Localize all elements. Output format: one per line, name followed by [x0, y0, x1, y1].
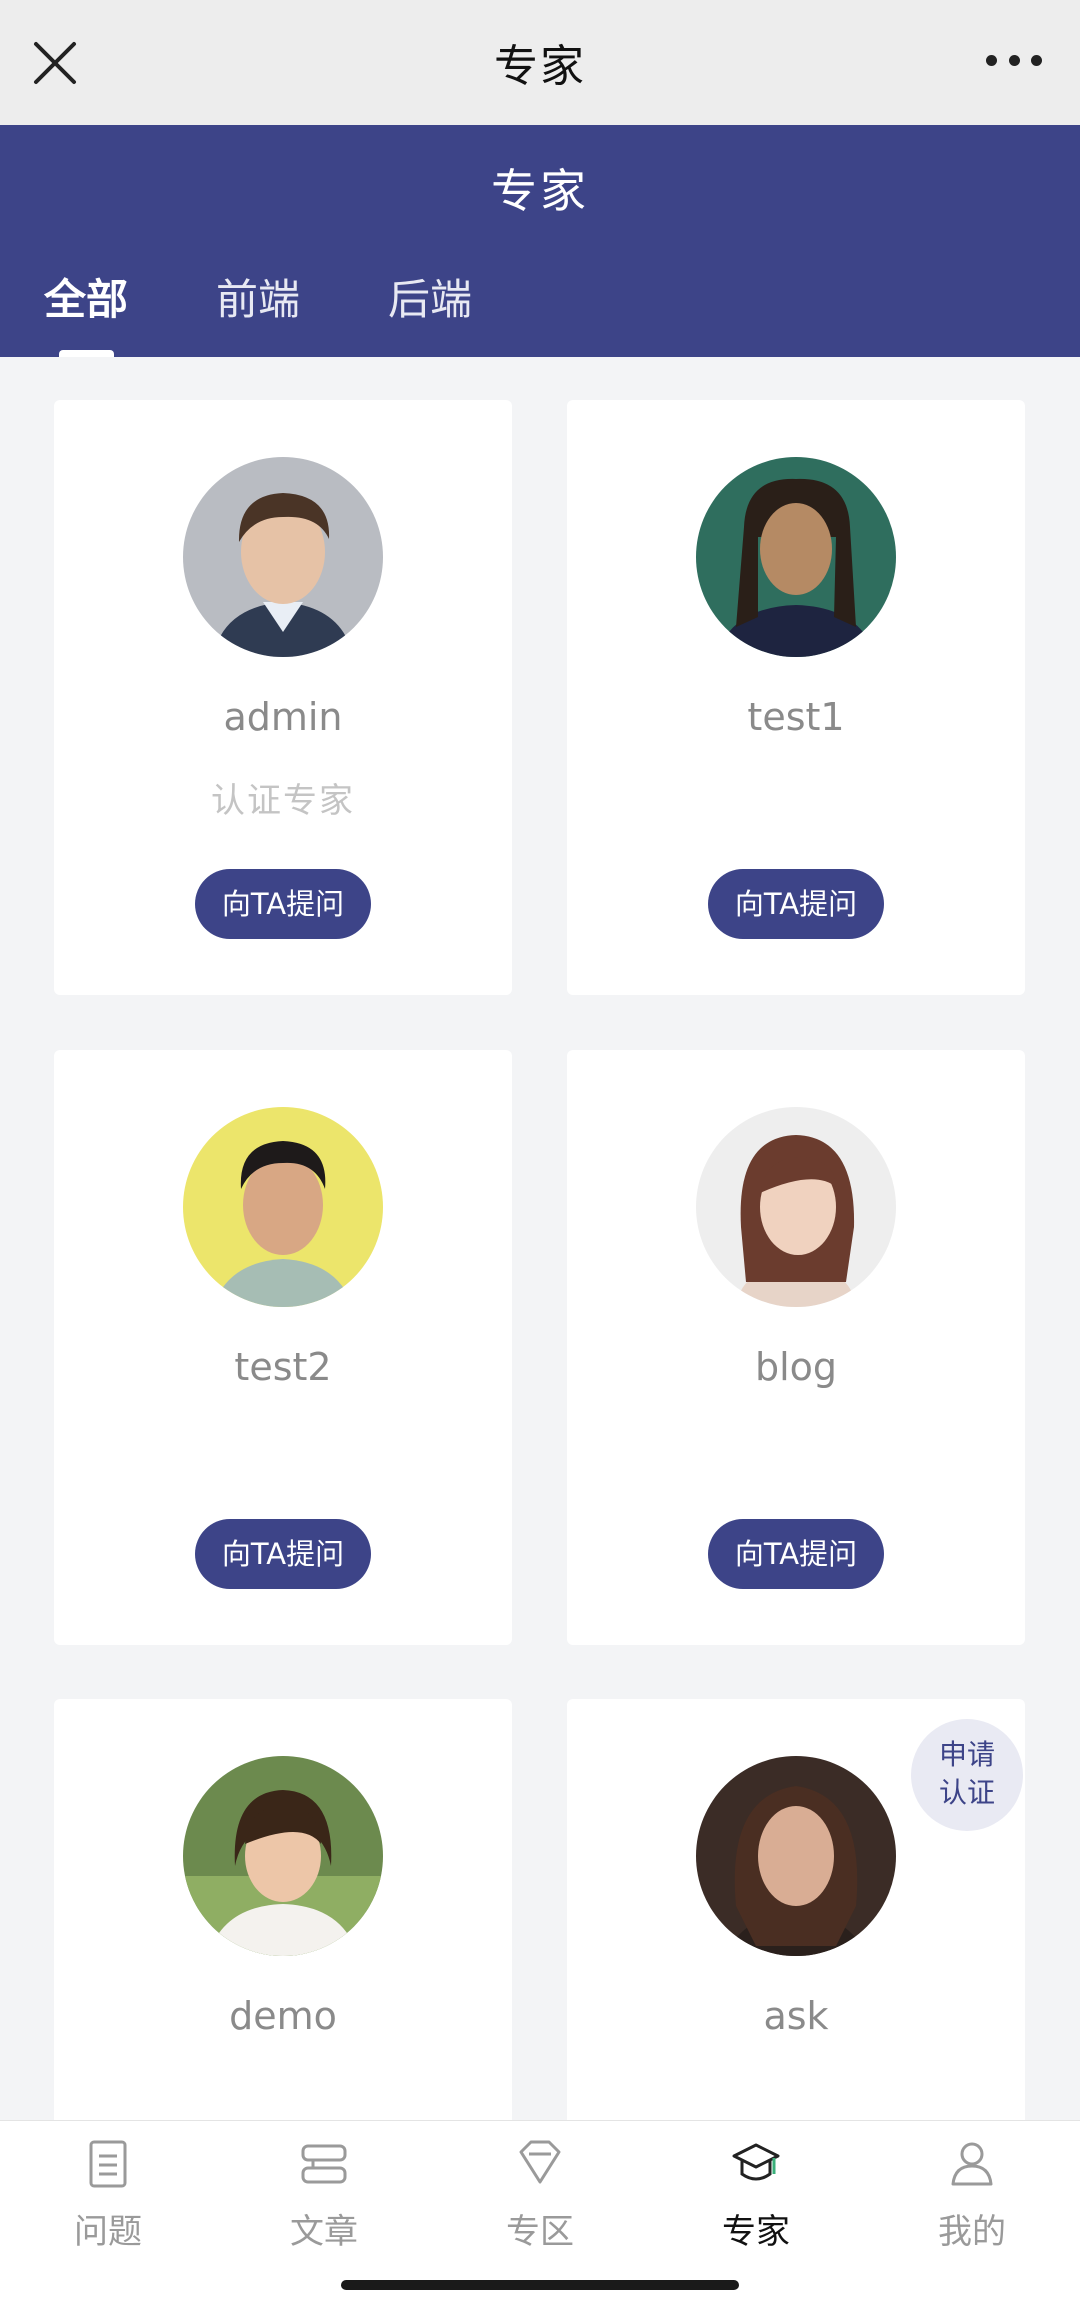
nav-label: 问题	[74, 2212, 142, 2252]
expert-card[interactable]: admin 认证专家 向TA提问	[54, 400, 512, 995]
avatar[interactable]	[696, 1107, 896, 1307]
expert-card[interactable]: test2 向TA提问	[54, 1050, 512, 1645]
nav-item-zone[interactable]: 专区	[432, 2121, 648, 2266]
tab-label: 前端	[216, 275, 301, 324]
nav-item-articles[interactable]: 文章	[216, 2121, 432, 2266]
system-bottom-area	[0, 2265, 1080, 2305]
apply-label-line1: 申请	[938, 1738, 995, 1771]
nav-label: 专家	[722, 2212, 790, 2252]
expert-name: ask	[763, 1994, 829, 2038]
diamond-icon	[519, 2140, 561, 2184]
nav-item-mine[interactable]: 我的	[864, 2121, 1080, 2266]
expert-name: admin	[223, 695, 343, 739]
expert-name: test2	[234, 1345, 332, 1389]
expert-name: demo	[229, 1994, 337, 2038]
nav-label: 我的	[938, 2212, 1006, 2252]
user-icon	[951, 2142, 993, 2186]
home-indicator[interactable]	[341, 2280, 739, 2290]
ask-button[interactable]: 向TA提问	[195, 1519, 371, 1589]
avatar[interactable]	[183, 457, 383, 657]
tab-active-indicator	[59, 350, 114, 357]
avatar[interactable]	[696, 457, 896, 657]
expert-card[interactable]: blog 向TA提问	[567, 1050, 1025, 1645]
apply-label-line2: 认证	[938, 1776, 995, 1809]
ask-button[interactable]: 向TA提问	[708, 869, 884, 939]
window-title: 专家	[494, 41, 586, 92]
nav-label: 文章	[290, 2212, 358, 2252]
tab-label: 后端	[388, 275, 473, 324]
ask-button[interactable]: 向TA提问	[195, 869, 371, 939]
nav-item-questions[interactable]: 问题	[0, 2121, 216, 2266]
ask-button[interactable]: 向TA提问	[708, 1519, 884, 1589]
certified-label: 认证专家	[211, 781, 355, 821]
page-title: 专家	[491, 164, 589, 218]
wechat-top-bar: 专家	[0, 0, 1080, 125]
app-header: 专家 全部 前端 后端	[0, 125, 1080, 357]
nav-item-experts[interactable]: 专家	[648, 2121, 864, 2266]
more-icon[interactable]	[986, 50, 1042, 70]
tab-label: 全部	[44, 275, 129, 324]
expert-name: test1	[747, 695, 845, 739]
bottom-nav: 问题 文章 专区 专家 我的	[0, 2120, 1080, 2265]
tab-all[interactable]: 全部	[44, 270, 128, 357]
tab-backend[interactable]: 后端	[388, 270, 472, 357]
document-icon	[89, 2140, 127, 2188]
avatar[interactable]	[696, 1756, 896, 1956]
article-icon	[301, 2144, 347, 2184]
tab-frontend[interactable]: 前端	[216, 270, 300, 357]
expert-card[interactable]: test1 向TA提问	[567, 400, 1025, 995]
graduation-cap-icon	[732, 2143, 780, 2181]
category-tabs: 全部 前端 后端	[0, 270, 472, 357]
apply-certification-button[interactable]: 申请 认证	[911, 1719, 1023, 1831]
nav-label: 专区	[506, 2212, 574, 2252]
avatar[interactable]	[183, 1107, 383, 1307]
avatar[interactable]	[183, 1756, 383, 1956]
expert-name: blog	[754, 1345, 838, 1389]
